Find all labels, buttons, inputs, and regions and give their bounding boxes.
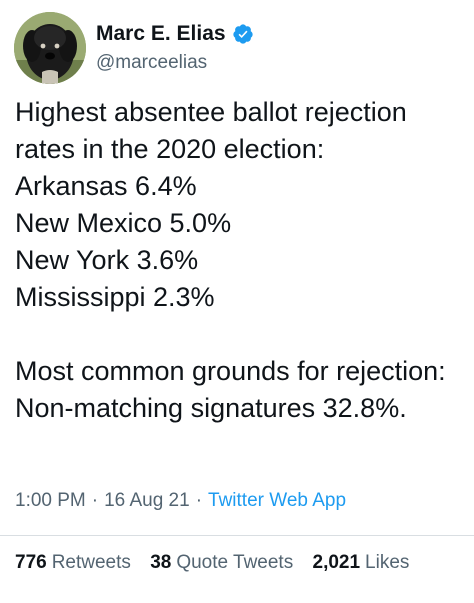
retweets-label: Retweets [51, 552, 131, 573]
meta-separator: · [195, 490, 203, 511]
meta-separator: · [91, 490, 99, 511]
verified-badge-icon [232, 23, 254, 45]
tweet-time[interactable]: 1:00 PM [15, 490, 86, 511]
quote-tweets-stat[interactable]: 38 Quote Tweets [150, 552, 293, 573]
likes-stat[interactable]: 2,021 Likes [313, 552, 410, 573]
tweet-text: Highest absentee ballot rejection rates … [15, 97, 446, 423]
likes-label: Likes [365, 552, 410, 573]
retweets-stat[interactable]: 776 Retweets [15, 552, 131, 573]
name-row: Marc E. Elias [96, 20, 254, 48]
quote-tweets-label: Quote Tweets [176, 552, 294, 573]
tweet-stats: 776 Retweets 38 Quote Tweets 2,021 Likes [15, 552, 423, 574]
tweet-date[interactable]: 16 Aug 21 [104, 490, 190, 511]
likes-count: 2,021 [312, 552, 361, 573]
quote-tweets-count: 38 [150, 552, 172, 573]
retweets-count: 776 [15, 552, 47, 573]
tweet-header: Marc E. Elias @marceelias [14, 12, 460, 88]
tweet-meta: 1:00 PM · 16 Aug 21 · Twitter Web App [15, 490, 346, 512]
tweet-source-link[interactable]: Twitter Web App [208, 490, 346, 511]
avatar[interactable] [14, 12, 86, 84]
display-name[interactable]: Marc E. Elias [96, 22, 226, 46]
divider [0, 535, 474, 536]
dog-avatar-icon [14, 12, 86, 84]
handle[interactable]: @marceelias [96, 52, 207, 74]
